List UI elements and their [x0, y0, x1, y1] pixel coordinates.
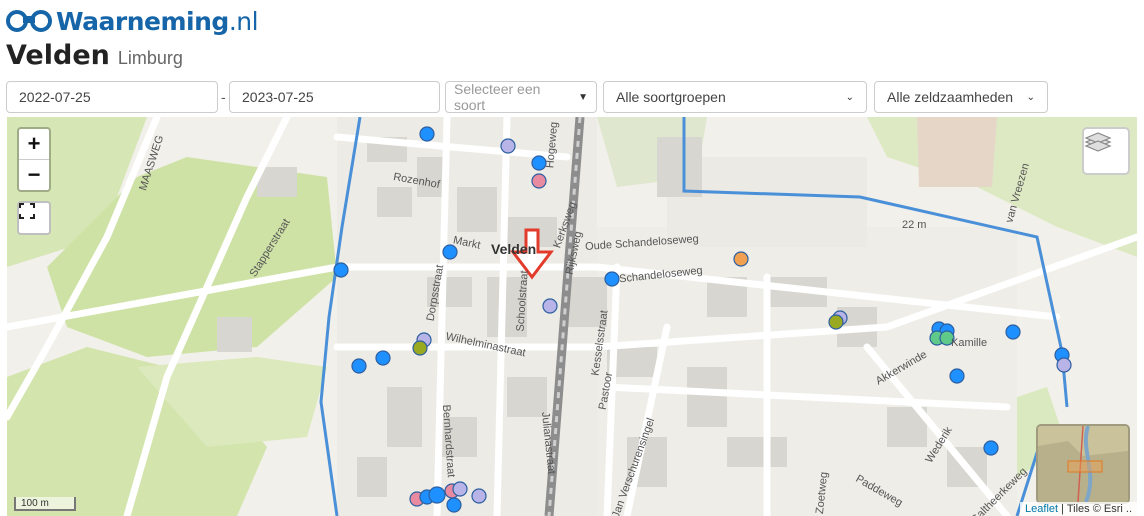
observation-marker: [446, 497, 462, 513]
rarity-select[interactable]: Alle zeldzaamheden ⌄: [874, 81, 1048, 113]
observation-marker: [733, 251, 749, 267]
binoculars-icon: [6, 10, 52, 32]
observation-map[interactable]: Velden 22 m MAASWEG Rozenhof Markt Stapp…: [7, 117, 1137, 516]
observation-marker: [471, 488, 487, 504]
page-title: Velden Limburg: [6, 40, 183, 71]
date-separator: -: [221, 89, 226, 105]
observation-marker: [442, 244, 458, 260]
street-label: Kamille: [951, 337, 988, 349]
layers-icon: [1084, 132, 1112, 152]
observation-marker: [500, 138, 516, 154]
observation-marker: [333, 262, 349, 278]
place-label: Velden: [491, 241, 537, 257]
observation-marker: [1056, 357, 1072, 373]
species-placeholder: Selecteer een soort: [454, 81, 541, 113]
map-tiles: [7, 117, 1137, 516]
layers-button[interactable]: [1082, 127, 1130, 175]
brand-logo[interactable]: Waarneming .nl: [6, 4, 259, 38]
observation-marker: [412, 340, 428, 356]
elevation-label: 22 m: [902, 219, 927, 231]
species-select[interactable]: Selecteer een soort ▼: [445, 81, 597, 113]
rarity-value: Alle zeldzaamheden: [887, 89, 1014, 105]
date-to-input[interactable]: 2023-07-25: [229, 81, 440, 113]
fullscreen-button[interactable]: [17, 201, 51, 235]
location-name: Velden: [6, 40, 110, 71]
observation-marker: [428, 486, 446, 504]
observation-marker: [375, 350, 391, 366]
date-from-input[interactable]: 2022-07-25: [6, 81, 218, 113]
leaflet-link[interactable]: Leaflet: [1025, 503, 1058, 515]
species-group-select[interactable]: Alle soortgroepen ⌄: [603, 81, 867, 113]
observation-marker: [351, 358, 367, 374]
observation-marker: [949, 368, 965, 384]
scale-bar: 100 m: [14, 497, 76, 511]
observation-marker: [542, 298, 558, 314]
observation-marker: [1005, 324, 1021, 340]
tiles-attribution: | Tiles © Esri ..: [1058, 503, 1132, 515]
building-area: [917, 117, 997, 187]
fullscreen-icon: [19, 203, 35, 219]
minimap[interactable]: [1036, 424, 1130, 504]
zoom-out-button[interactable]: −: [19, 159, 49, 190]
observation-marker: [419, 126, 435, 142]
chevron-down-icon: ⌄: [845, 91, 854, 103]
map-attribution: Leaflet | Tiles © Esri ..: [1020, 502, 1137, 516]
zoom-in-button[interactable]: +: [19, 129, 49, 159]
caret-down-icon: ▼: [578, 91, 588, 103]
species-group-value: Alle soortgroepen: [616, 89, 726, 105]
observation-marker: [452, 481, 468, 497]
location-region: Limburg: [117, 48, 183, 68]
brand-tld: .nl: [228, 6, 259, 36]
zoom-control: + −: [17, 127, 51, 192]
brand-name: Waarneming: [56, 6, 229, 36]
chevron-down-icon: ⌄: [1026, 91, 1035, 103]
observation-marker: [604, 271, 620, 287]
observation-marker: [531, 173, 547, 189]
observation-marker: [983, 440, 999, 456]
minimap-image: [1038, 426, 1128, 502]
observation-marker: [828, 314, 844, 330]
